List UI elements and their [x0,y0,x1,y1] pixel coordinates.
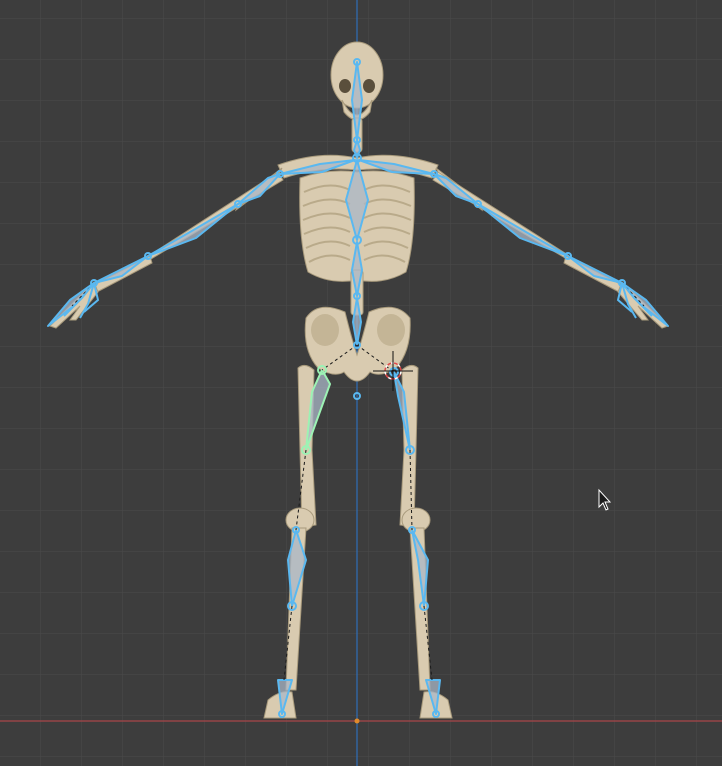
skull-eye-right [363,79,375,93]
world-origin [354,718,360,724]
3d-viewport[interactable] [0,0,722,766]
viewport-canvas[interactable] [0,0,722,766]
pelvis-right-fossa [377,314,405,346]
skull-eye-left [339,79,351,93]
pelvis-left-fossa [311,314,339,346]
